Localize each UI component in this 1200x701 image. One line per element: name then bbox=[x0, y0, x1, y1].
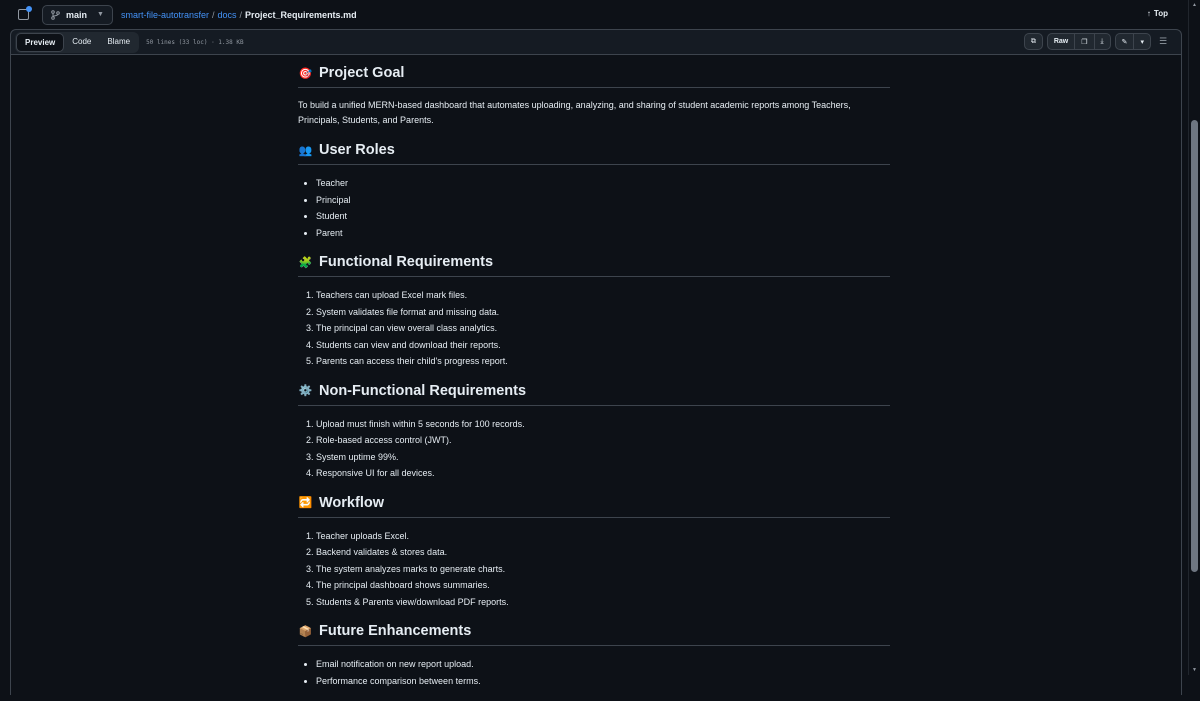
file-tree-toggle-icon[interactable] bbox=[14, 5, 32, 24]
breadcrumb-separator: / bbox=[239, 9, 243, 20]
tab-preview[interactable]: Preview bbox=[16, 32, 65, 52]
file-header: main ▼ smart-file-autotransfer / docs / … bbox=[0, 0, 1188, 29]
heading-project-goal: 🎯 Project Goal bbox=[298, 64, 890, 88]
copilot-button[interactable]: ⧉ bbox=[1023, 33, 1043, 50]
list-item: Teacher uploads Excel. bbox=[316, 528, 890, 545]
branch-selector[interactable]: main ▼ bbox=[42, 4, 113, 25]
scrollbar[interactable]: ▲ ▼ bbox=[1188, 0, 1200, 675]
outline-list-icon[interactable]: ☰ bbox=[1155, 36, 1171, 47]
file-meta: 50 lines (33 loc) · 1.38 KB bbox=[146, 38, 244, 46]
heading-functional-requirements: 🧩 Functional Requirements bbox=[298, 253, 890, 277]
list-item: Students & Parents view/download PDF rep… bbox=[316, 594, 890, 611]
emoji-icon: 📦 bbox=[298, 625, 313, 638]
heading-workflow: 🔁 Workflow bbox=[298, 494, 890, 518]
list-item: Role-based access control (JWT). bbox=[316, 432, 890, 449]
heading-text: Project Goal bbox=[319, 65, 405, 81]
list-item: Backend validates & stores data. bbox=[316, 544, 890, 561]
scroll-down-arrow-icon[interactable]: ▼ bbox=[1192, 667, 1197, 673]
numbered-list: Upload must finish within 5 seconds for … bbox=[298, 416, 890, 482]
list-item: Student bbox=[316, 208, 890, 225]
breadcrumb-folder-link[interactable]: docs bbox=[218, 10, 237, 20]
list-item: Parent bbox=[316, 225, 890, 242]
list-item: Teacher bbox=[316, 175, 890, 192]
breadcrumb-file-name: Project_Requirements.md bbox=[245, 9, 357, 20]
breadcrumb: smart-file-autotransfer / docs / Project… bbox=[121, 10, 357, 20]
file-actions: ⧉ Raw ❐ ⤓ ✎ ▾ ☰ bbox=[1023, 33, 1171, 50]
list-item: System uptime 99%. bbox=[316, 449, 890, 466]
emoji-icon: 🔁 bbox=[298, 497, 313, 509]
tab-blame[interactable]: Blame bbox=[99, 33, 138, 52]
chevron-down-icon[interactable]: ▾ bbox=[1134, 34, 1150, 49]
heading-text: User Roles bbox=[319, 142, 395, 158]
breadcrumb-separator: / bbox=[211, 9, 215, 20]
heading-non-functional-requirements: ⚙️ Non-Functional Requirements bbox=[298, 382, 890, 406]
list-item: Parents can access their child's progres… bbox=[316, 353, 890, 370]
heading-text: Future Enhancements bbox=[319, 623, 472, 639]
list-item: Upload must finish within 5 seconds for … bbox=[316, 416, 890, 433]
copilot-icon: ⧉ bbox=[1030, 37, 1036, 45]
list-item: Teachers can upload Excel mark files. bbox=[316, 287, 890, 304]
list-item: Principal bbox=[316, 192, 890, 209]
download-icon[interactable]: ⤓ bbox=[1095, 34, 1110, 49]
top-button[interactable]: ↑ Top bbox=[1147, 9, 1168, 18]
list-item: The principal dashboard shows summaries. bbox=[316, 577, 890, 594]
heading-text: Functional Requirements bbox=[319, 254, 494, 270]
chevron-down-icon: ▼ bbox=[97, 11, 104, 18]
emoji-icon: ⚙️ bbox=[298, 385, 313, 397]
raw-button[interactable]: Raw bbox=[1048, 34, 1076, 49]
scrollbar-thumb[interactable] bbox=[1191, 120, 1198, 572]
list-item: The system analyzes marks to generate ch… bbox=[316, 561, 890, 578]
tab-code[interactable]: Code bbox=[64, 33, 99, 52]
raw-actions-group: Raw ❐ ⤓ bbox=[1046, 33, 1111, 50]
bullet-list: Email notification on new report upload.… bbox=[298, 656, 890, 689]
heading-future-enhancements: 📦 Future Enhancements bbox=[298, 622, 890, 646]
heading-user-roles: 👥 User Roles bbox=[298, 141, 890, 165]
heading-text: Workflow bbox=[319, 494, 384, 511]
list-item: The principal can view overall class ana… bbox=[316, 320, 890, 337]
paragraph: To build a unified MERN-based dashboard … bbox=[298, 100, 851, 125]
list-item: Email notification on new report upload. bbox=[316, 656, 890, 673]
breadcrumb-repo-link[interactable]: smart-file-autotransfer bbox=[121, 10, 209, 20]
emoji-icon: 👥 bbox=[298, 144, 313, 157]
copy-icon[interactable]: ❐ bbox=[1075, 34, 1095, 49]
arrow-up-icon: ↑ bbox=[1146, 9, 1151, 18]
branch-name: main bbox=[66, 9, 88, 20]
top-label: Top bbox=[1153, 9, 1168, 18]
view-mode-tabs: Preview Code Blame bbox=[15, 31, 140, 53]
numbered-list: Teachers can upload Excel mark files.Sys… bbox=[298, 287, 890, 370]
branch-icon bbox=[51, 9, 60, 20]
heading-text: Non-Functional Requirements bbox=[319, 382, 527, 399]
bullet-list: TeacherPrincipalStudentParent bbox=[298, 175, 890, 241]
list-item: Students can view and download their rep… bbox=[316, 337, 890, 354]
numbered-list: Teacher uploads Excel.Backend validates … bbox=[298, 528, 890, 611]
emoji-icon: 🎯 bbox=[298, 67, 313, 80]
edit-actions-group: ✎ ▾ bbox=[1114, 33, 1151, 50]
list-item: Responsive UI for all devices. bbox=[316, 465, 890, 482]
emoji-icon: 🧩 bbox=[298, 256, 313, 269]
markdown-body: 🎯 Project Goal To build a unified MERN-bas… bbox=[298, 64, 890, 701]
scroll-up-arrow-icon[interactable]: ▲ bbox=[1192, 2, 1197, 8]
list-item: System validates file format and missing… bbox=[316, 304, 890, 321]
file-toolbar: Preview Code Blame 50 lines (33 loc) · 1… bbox=[10, 29, 1182, 55]
pencil-icon[interactable]: ✎ bbox=[1116, 34, 1135, 49]
